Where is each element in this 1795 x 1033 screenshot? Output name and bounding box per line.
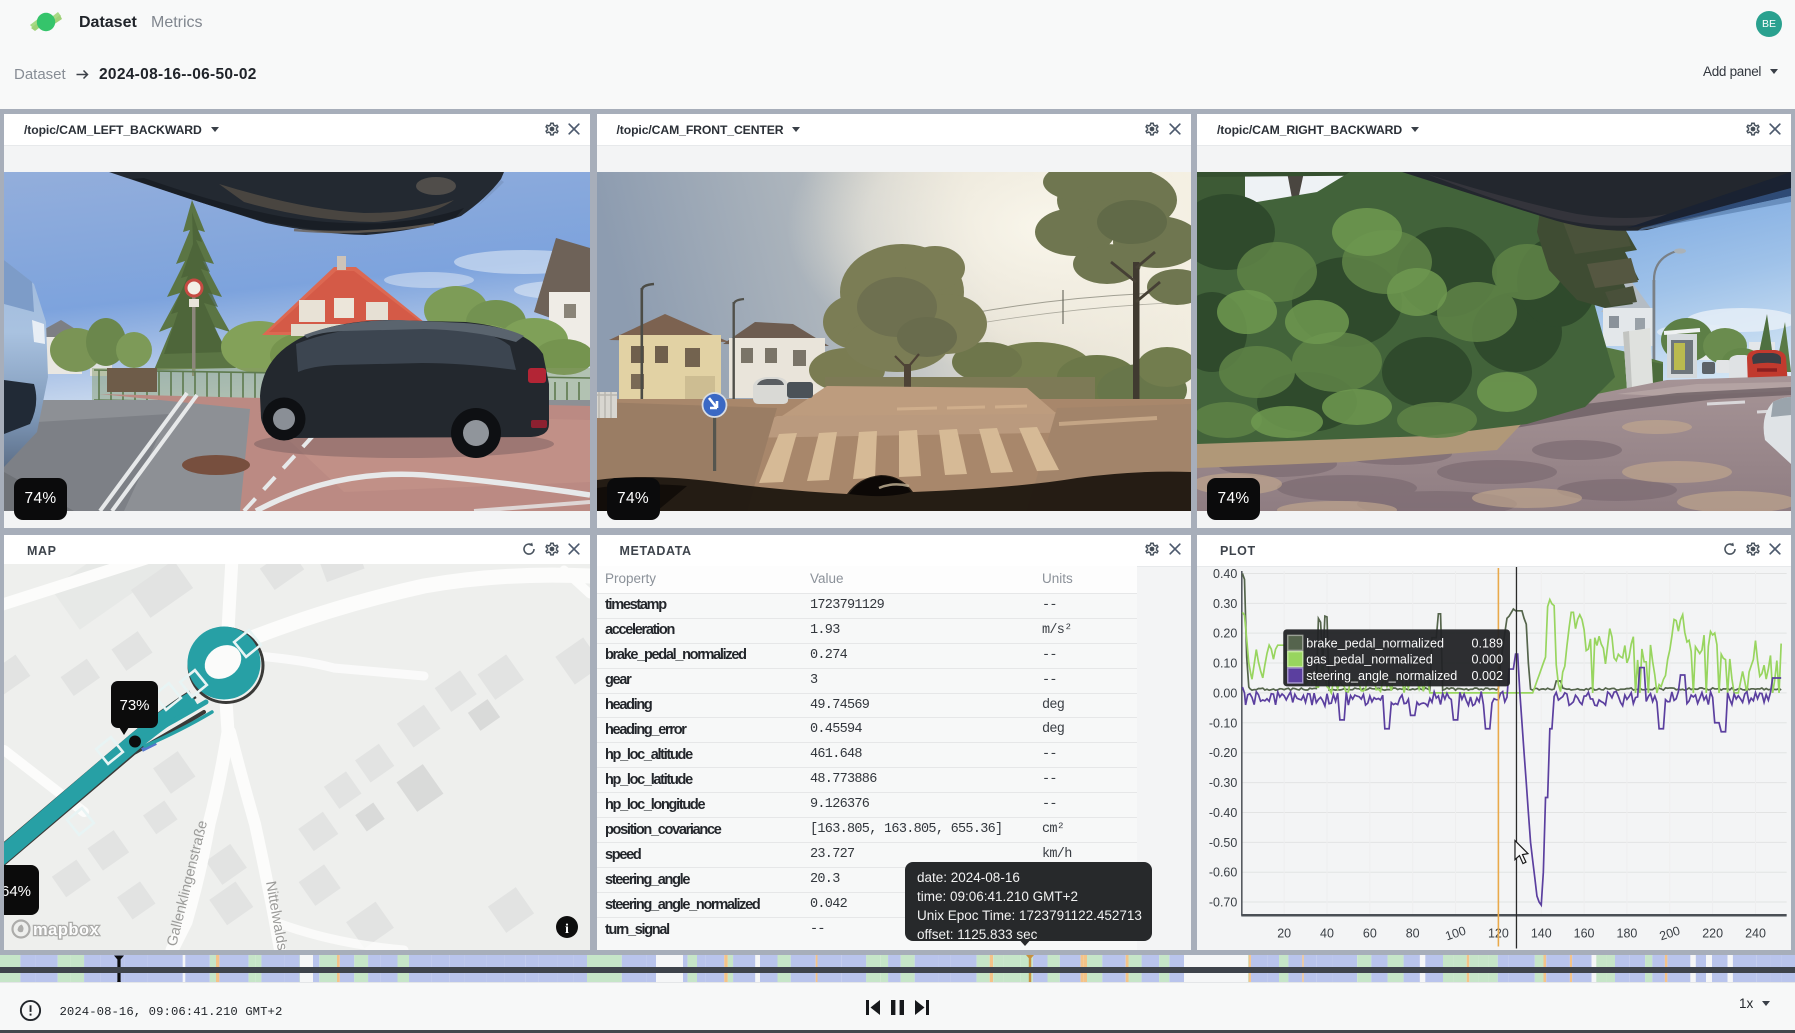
svg-text:180: 180 <box>1617 926 1638 940</box>
svg-text:i: i <box>565 922 569 937</box>
svg-text:0.000: 0.000 <box>1472 652 1503 666</box>
svg-text:-0.10: -0.10 <box>1209 716 1237 730</box>
svg-text:140: 140 <box>1531 926 1552 940</box>
svg-text:0.10: 0.10 <box>1213 656 1237 670</box>
svg-text:200: 200 <box>1658 923 1682 943</box>
svg-text:40: 40 <box>1320 926 1334 940</box>
svg-text:-0.30: -0.30 <box>1209 776 1237 790</box>
svg-text:220: 220 <box>1702 926 1723 940</box>
svg-text:80: 80 <box>1406 926 1420 940</box>
svg-text:100: 100 <box>1443 923 1467 943</box>
svg-text:-0.60: -0.60 <box>1209 865 1237 879</box>
svg-text:60: 60 <box>1363 926 1377 940</box>
svg-text:-0.50: -0.50 <box>1209 835 1237 849</box>
svg-text:0.189: 0.189 <box>1472 636 1503 650</box>
svg-text:-0.40: -0.40 <box>1209 805 1237 819</box>
svg-text:-0.20: -0.20 <box>1209 746 1237 760</box>
svg-text:steering_angle_normalized: steering_angle_normalized <box>1306 668 1457 682</box>
svg-text:0.40: 0.40 <box>1213 566 1237 580</box>
svg-text:64%: 64% <box>4 883 31 900</box>
svg-text:0.002: 0.002 <box>1472 668 1503 682</box>
svg-text:20: 20 <box>1277 926 1291 940</box>
svg-text:0.20: 0.20 <box>1213 626 1237 640</box>
svg-text:-0.70: -0.70 <box>1209 895 1237 909</box>
svg-text:240: 240 <box>1745 926 1766 940</box>
svg-text:brake_pedal_normalized: brake_pedal_normalized <box>1306 636 1444 650</box>
svg-text:mapbox: mapbox <box>33 921 100 939</box>
svg-text:73%: 73% <box>119 697 149 714</box>
svg-text:160: 160 <box>1574 926 1595 940</box>
svg-text:gas_pedal_normalized: gas_pedal_normalized <box>1306 652 1433 666</box>
svg-text:0.00: 0.00 <box>1213 686 1237 700</box>
svg-text:0.30: 0.30 <box>1213 596 1237 610</box>
